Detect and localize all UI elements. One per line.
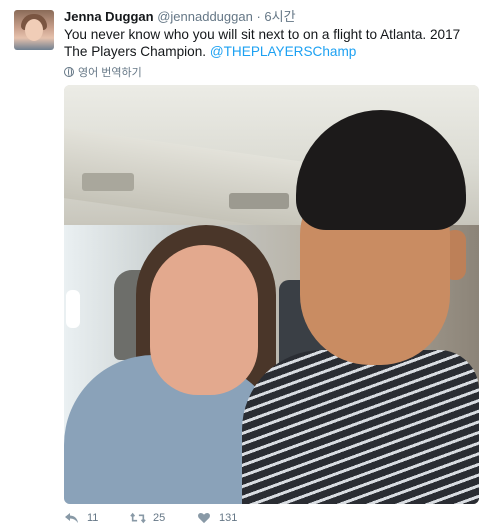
like-count: 131 [219, 512, 238, 524]
retweet-button[interactable]: 25 [130, 512, 196, 524]
avatar-face [25, 19, 43, 41]
tweet-text: You never know who you will sit next to … [64, 26, 484, 60]
translate-link[interactable]: 영어 번역하기 [64, 64, 142, 80]
tweet: Jenna Duggan @jennadduggan · 6시간 You nev… [0, 0, 499, 529]
man-striped-shirt [242, 350, 479, 504]
overhead-panel [82, 173, 134, 191]
heart-icon [198, 513, 210, 524]
tweet-actions: 11 25 131 [64, 512, 262, 524]
retweet-icon [130, 512, 146, 524]
header-separator: · [256, 9, 261, 24]
translate-label: 영어 번역하기 [78, 67, 142, 79]
reply-icon [65, 513, 78, 523]
overhead-vent [229, 193, 289, 209]
tweet-photo[interactable] [64, 85, 479, 504]
woman-face [150, 245, 258, 395]
like-button[interactable]: 131 [196, 512, 262, 524]
cabin-window [66, 290, 80, 328]
mention-link[interactable]: @THEPLAYERSChamp [210, 44, 357, 59]
author-handle[interactable]: @jennadduggan [157, 9, 253, 24]
reply-button[interactable]: 11 [64, 512, 130, 524]
reply-count: 11 [87, 512, 99, 524]
retweet-count: 25 [153, 512, 166, 524]
tweet-timestamp[interactable]: 6시간 [264, 9, 295, 24]
avatar[interactable] [14, 10, 54, 50]
author-name[interactable]: Jenna Duggan [64, 9, 154, 24]
tweet-header: Jenna Duggan @jennadduggan · 6시간 [64, 8, 296, 25]
globe-icon [64, 67, 74, 77]
